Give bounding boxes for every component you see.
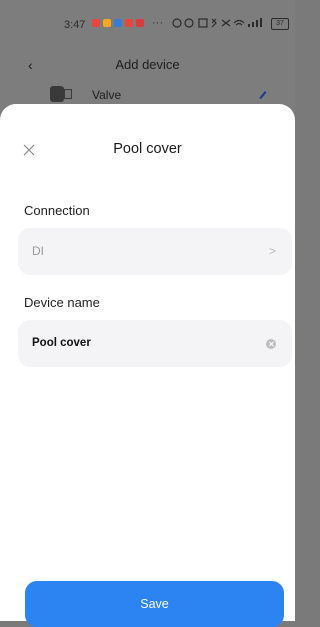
status-time: 3:47 [64, 19, 86, 31]
notification-app-icons [92, 19, 144, 27]
battery-icon: 37 [271, 18, 289, 30]
background-device-label: Valve [92, 88, 122, 102]
app-notification-icon [136, 19, 144, 27]
status-bar: 3:47 ··· 37 [0, 0, 295, 44]
more-notifications-icon: ··· [152, 17, 163, 29]
signal-wifi-icons [172, 18, 262, 28]
app-notification-icon [114, 19, 122, 27]
connection-value: DI [32, 244, 44, 258]
background-page-title: Add device [115, 57, 180, 72]
connection-selector[interactable]: DI > [18, 228, 292, 275]
app-notification-icon [92, 19, 100, 27]
device-name-input[interactable] [32, 334, 242, 352]
system-status-icons [172, 18, 268, 31]
chevron-right-icon: > [268, 244, 276, 258]
edit-pencil-icon [258, 88, 268, 100]
sheet-title: Pool cover [113, 141, 182, 157]
app-notification-icon [103, 19, 111, 27]
valve-icon [50, 86, 72, 102]
device-name-field [18, 320, 292, 367]
device-name-label: Device name [24, 295, 100, 310]
save-button[interactable]: Save [25, 581, 284, 627]
background-header: ‹ Add device [0, 52, 295, 80]
app-notification-icon [125, 19, 133, 27]
connection-label: Connection [24, 203, 90, 218]
bottom-sheet: Pool cover Connection DI > Device name S… [0, 104, 295, 627]
clear-icon[interactable] [266, 339, 276, 349]
